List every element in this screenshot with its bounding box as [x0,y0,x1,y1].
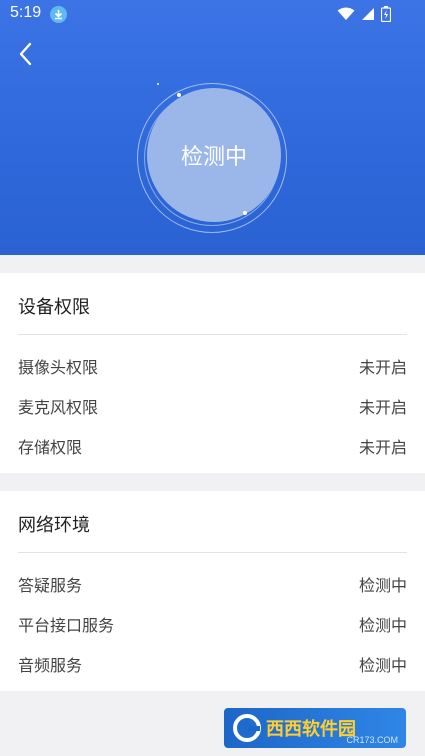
status-time: 5:19 [10,4,42,21]
ring-dot [177,93,181,97]
permission-row-camera: 摄像头权限 未开启 [18,354,407,378]
status-icons [337,6,391,22]
network-label: 音频服务 [18,656,83,675]
ring-dot [243,211,247,215]
permission-row-storage: 存储权限 未开启 [18,434,407,458]
divider [18,334,407,335]
network-row-qa: 答疑服务 检测中 [18,572,407,596]
permission-row-microphone: 麦克风权限 未开启 [18,394,407,418]
watermark-text: 西西软件园 [266,719,356,740]
permission-value: 未开启 [358,438,407,457]
detection-status-circle: 检测中 [147,88,281,222]
signal-icon [362,8,374,20]
device-permissions-card: 设备权限 摄像头权限 未开启 麦克风权限 未开启 存储权限 未开启 [0,273,425,473]
network-label: 平台接口服务 [18,616,115,635]
back-button[interactable] [14,40,38,68]
permission-label: 摄像头权限 [18,358,99,377]
network-title: 网络环境 [18,515,90,536]
wifi-icon [337,7,355,20]
divider [18,552,407,553]
network-card: 网络环境 答疑服务 检测中 平台接口服务 检测中 音频服务 检测中 [0,491,425,691]
watermark-logo: 西西软件园 CR173.COM [224,708,406,748]
device-permissions-title: 设备权限 [18,297,90,318]
status-bar: 5:19 [0,0,425,28]
network-row-api: 平台接口服务 检测中 [18,612,407,636]
download-icon [50,6,67,23]
permission-label: 存储权限 [18,438,83,457]
detection-status-text: 检测中 [180,145,247,170]
permission-value: 未开启 [358,358,407,377]
logo-icon [233,714,261,742]
ring-dot [157,83,159,85]
network-label: 答疑服务 [18,576,83,595]
network-value: 检测中 [358,656,407,675]
permission-value: 未开启 [358,398,407,417]
chevron-left-icon [19,42,32,66]
permission-label: 麦克风权限 [18,398,99,417]
detection-header: 5:19 检测中 [0,0,425,255]
battery-icon [381,6,391,22]
network-row-audio: 音频服务 检测中 [18,652,407,676]
watermark-sub: CR173.COM [346,735,398,745]
network-value: 检测中 [358,616,407,635]
network-value: 检测中 [358,576,407,595]
